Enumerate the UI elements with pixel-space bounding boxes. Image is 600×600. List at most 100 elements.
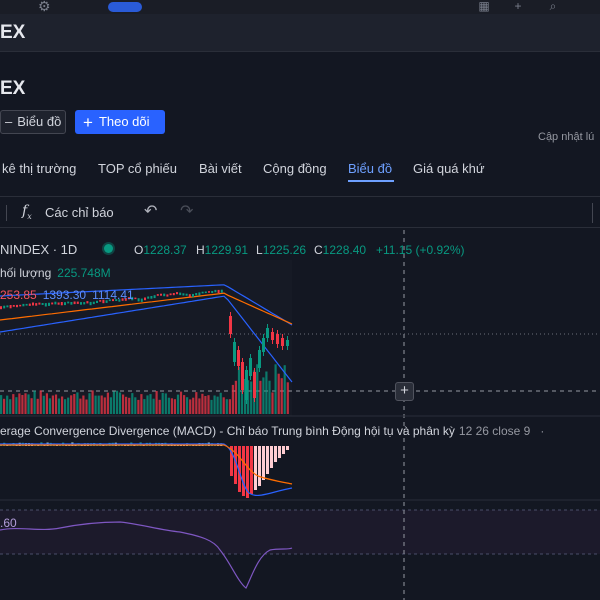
volume-bar [61, 396, 64, 414]
volume-bar [195, 392, 198, 414]
rsi-band [0, 510, 600, 554]
follow-button[interactable]: + Theo dõi [75, 110, 165, 134]
volume-bar [170, 398, 173, 414]
tab-history[interactable]: Giá quá khứ [413, 161, 485, 176]
candle [153, 295, 156, 299]
candle [198, 292, 201, 296]
tab-top-stocks[interactable]: TOP cổ phiếu [98, 161, 177, 176]
volume-bar [210, 399, 213, 414]
candle [245, 370, 248, 400]
gear-icon[interactable]: ⚙ [38, 0, 51, 15]
candle [137, 298, 140, 302]
volume-bar [228, 399, 231, 414]
redo-icon[interactable]: ↷ [180, 201, 193, 221]
bollinger-legend[interactable]: 253.85 1393.30 1114.41 [0, 288, 134, 302]
volume-bar [204, 396, 207, 414]
high-value: 1229.91 [204, 243, 249, 257]
function-icon[interactable]: fx [22, 203, 32, 221]
volume-bar [51, 395, 54, 414]
plus-icon[interactable]: + [510, 0, 526, 13]
macd-legend[interactable]: erage Convergence Divergence (MACD) - Ch… [0, 424, 544, 438]
candle [54, 301, 57, 305]
indicators-button[interactable]: Các chỉ báo [45, 205, 114, 220]
macd-histogram-bar [262, 446, 265, 480]
candle [281, 338, 284, 346]
macd-more[interactable]: · [540, 424, 544, 438]
undo-icon[interactable]: ↶ [144, 201, 157, 221]
volume-bar [152, 398, 155, 414]
volume-bar [94, 395, 97, 414]
volume-bar [192, 397, 195, 414]
candle [166, 294, 169, 297]
candle [156, 294, 159, 296]
candle [286, 340, 289, 346]
tab-articles[interactable]: Bài viết [199, 161, 242, 176]
candle [80, 302, 82, 305]
chart-canvas[interactable] [0, 230, 600, 600]
volume-bar [122, 394, 125, 414]
volume-bar [106, 392, 109, 414]
volume-bar [161, 392, 164, 414]
tab-market-stats[interactable]: kê thị trường [2, 161, 76, 176]
candle [204, 291, 207, 294]
close-key: C [314, 243, 323, 257]
macd-histogram-bar [274, 446, 277, 462]
ohlc-close: C1228.40 [314, 243, 366, 257]
tab-community[interactable]: Cộng đồng [263, 161, 327, 176]
volume-bar [262, 377, 265, 414]
tab-chart[interactable]: Biểu đồ [348, 161, 392, 176]
candle [160, 293, 162, 296]
chart-button[interactable]: – Biểu đồ [0, 110, 66, 134]
macd-histogram-bar [282, 446, 285, 454]
candle [249, 358, 252, 376]
volume-bar [198, 398, 201, 414]
candle [217, 289, 220, 293]
grid-icon[interactable]: ▦ [476, 0, 492, 13]
macd-histogram-bar [242, 446, 245, 496]
candle [208, 291, 210, 293]
toggle-pill[interactable] [108, 2, 142, 12]
volume-bar [201, 393, 204, 414]
volume-bar [167, 397, 170, 414]
candle [57, 302, 60, 305]
volume-bar [36, 398, 39, 414]
macd-series [0, 442, 293, 498]
candle [237, 350, 240, 366]
candle [12, 305, 15, 307]
volume-bar [67, 397, 70, 414]
candle [220, 289, 223, 293]
symbol-label[interactable]: NINDEX · 1D [0, 242, 77, 257]
volume-bar [277, 373, 280, 414]
search-icon[interactable]: ⌕ [545, 0, 561, 13]
candle [48, 302, 50, 306]
volume-bar [76, 392, 79, 414]
candle [262, 338, 265, 352]
candle [83, 302, 86, 305]
candle [22, 303, 25, 307]
volume-bar [3, 398, 6, 414]
toolbar-divider-right [592, 203, 593, 223]
candle [176, 292, 178, 295]
volume-bar [70, 395, 73, 414]
updated-label: Cập nhật lú [538, 131, 595, 143]
volume-bar [54, 394, 58, 414]
volume-bar [128, 397, 131, 414]
volume-legend[interactable]: hối lượng 225.748M [0, 266, 111, 280]
volume-bar [12, 394, 15, 414]
candle [70, 302, 73, 305]
top-strip: ⚙ ▦ + ⌕ [0, 0, 600, 14]
volume-bar [268, 380, 271, 414]
volume-bar [15, 397, 18, 414]
volume-bar [24, 393, 27, 414]
volume-bar [265, 371, 268, 414]
volume-bar [149, 394, 152, 414]
candle [35, 303, 38, 306]
candle [3, 305, 6, 309]
volume-bar [280, 378, 283, 414]
volume-bar [0, 395, 3, 414]
chart-area[interactable]: NINDEX · 1D O1228.37 H1229.91 L1225.26 C… [0, 230, 600, 600]
candle [271, 332, 274, 340]
crosshair-add-button[interactable]: + [395, 382, 414, 401]
volume-bar [219, 392, 222, 414]
volume-bar [179, 391, 183, 414]
